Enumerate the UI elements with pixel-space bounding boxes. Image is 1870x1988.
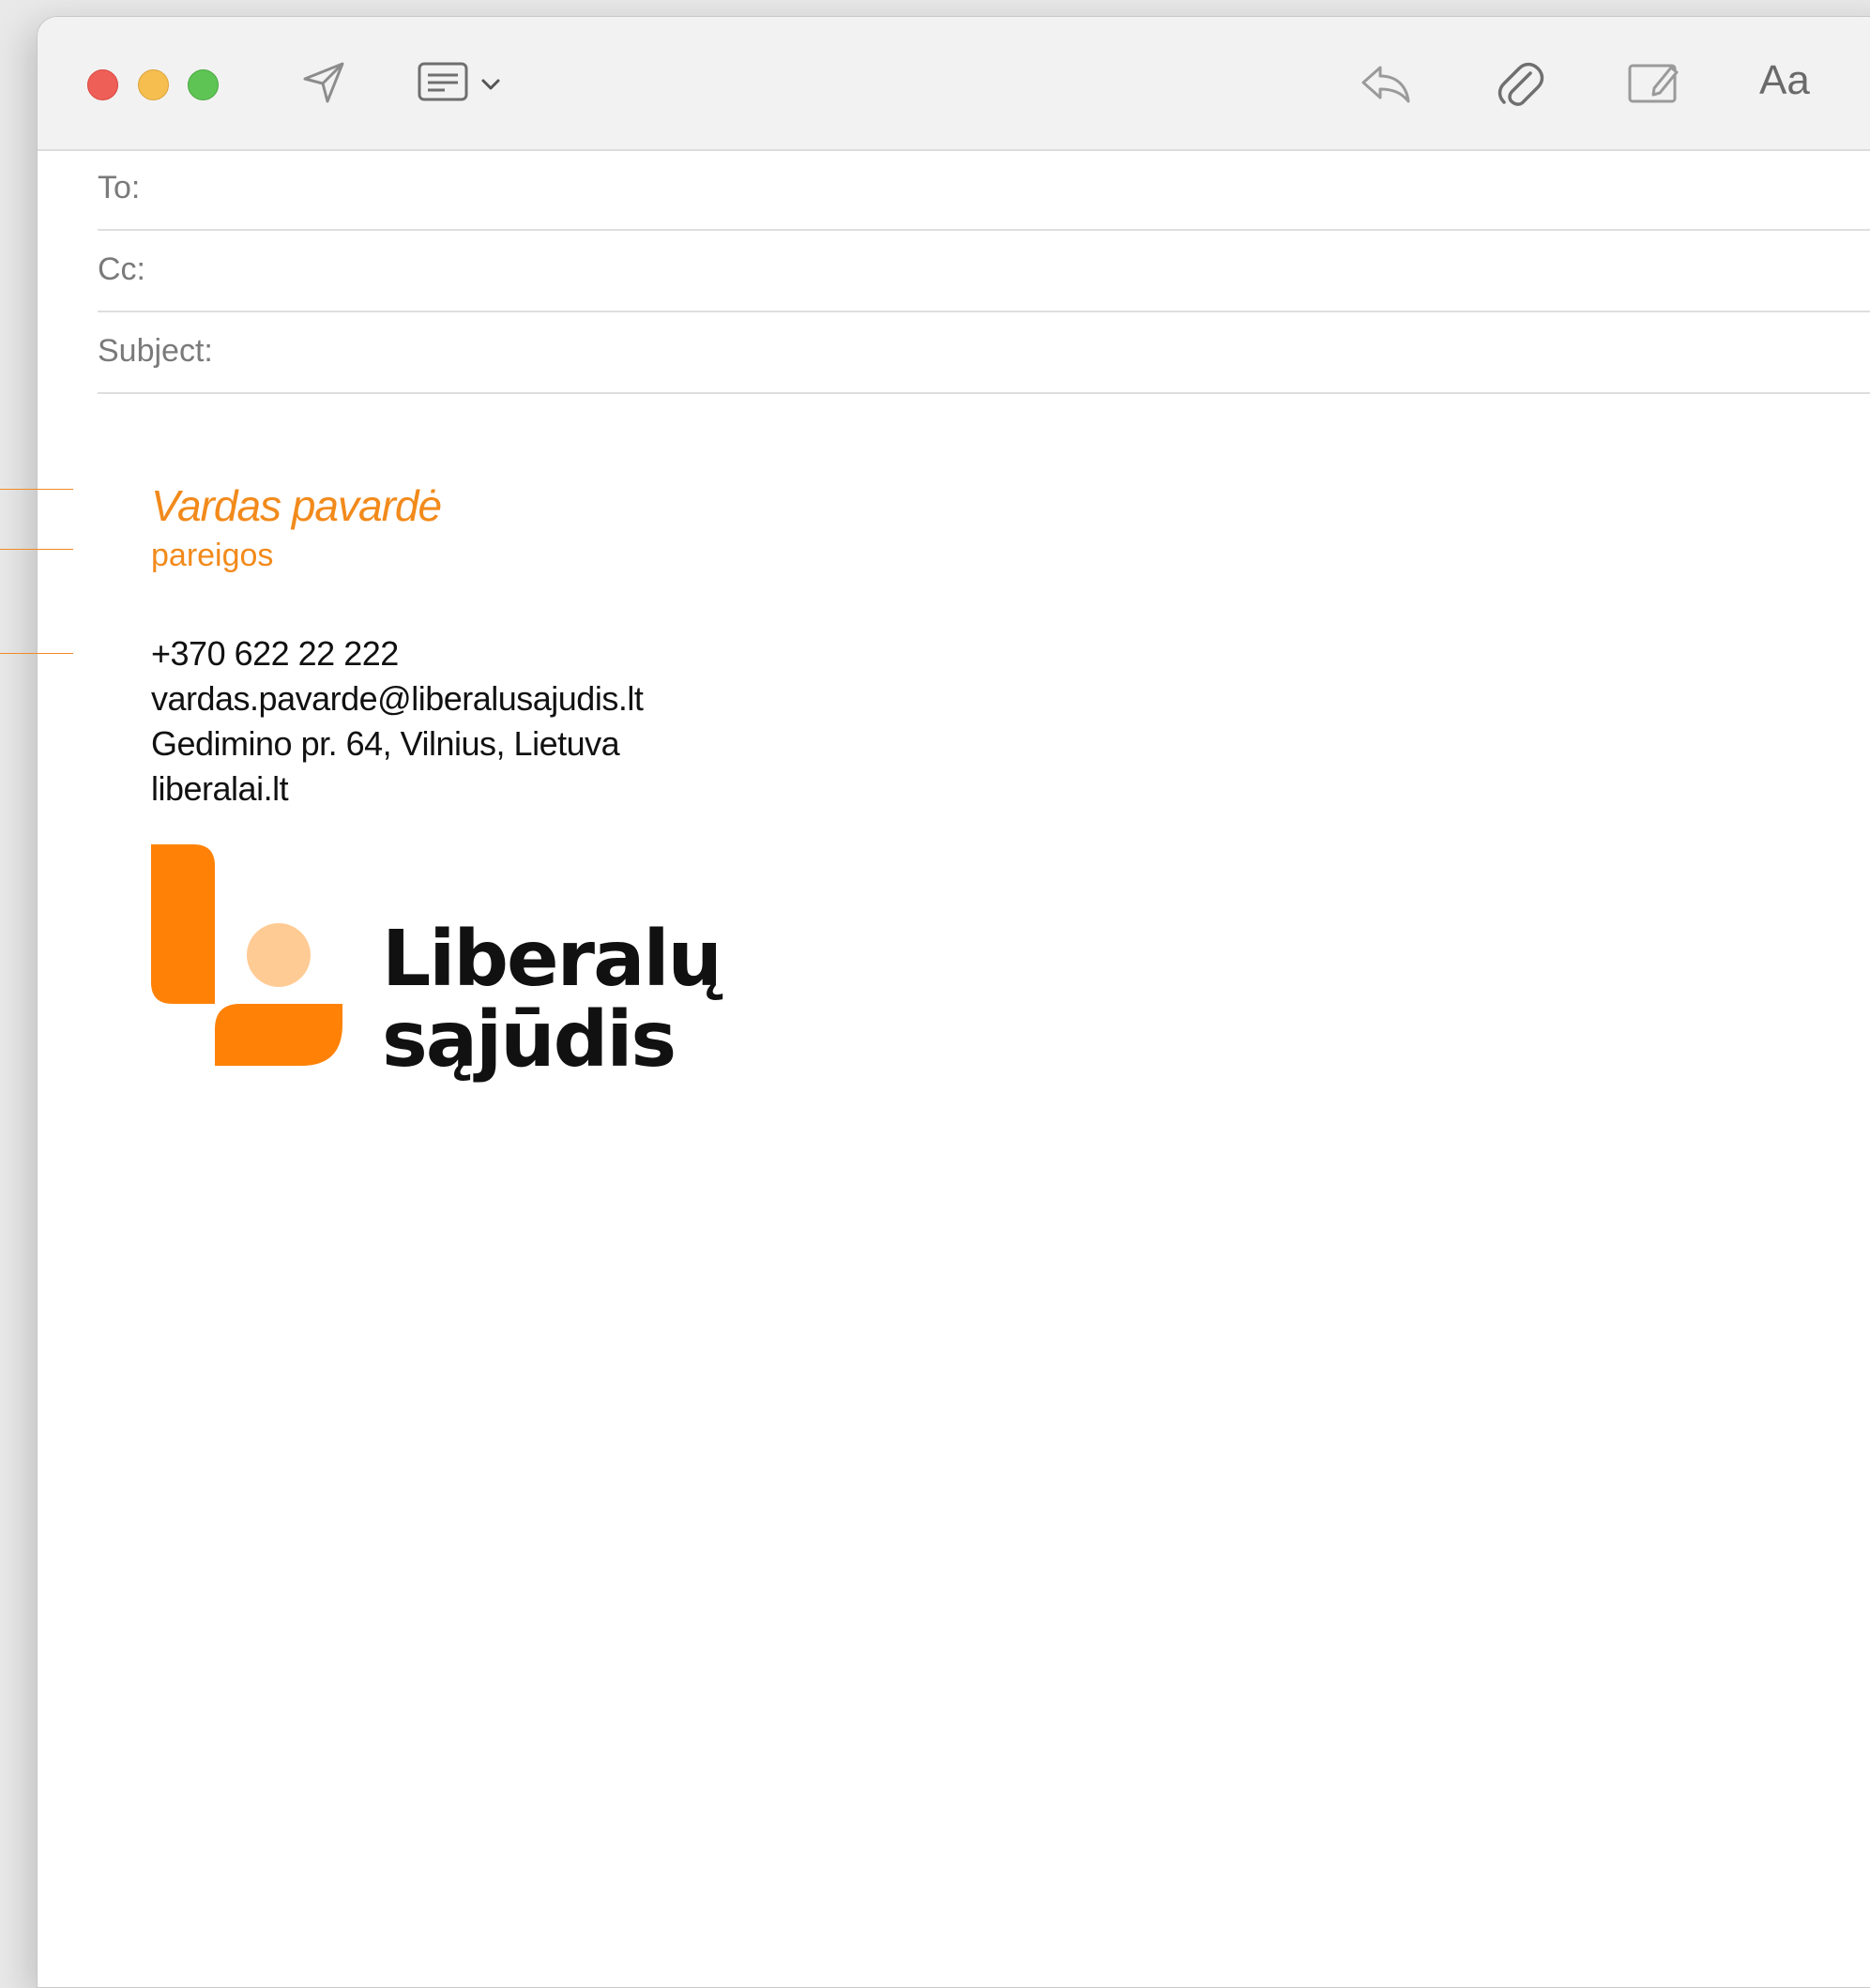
reply-button[interactable] bbox=[1358, 60, 1414, 107]
paper-plane-icon bbox=[297, 56, 350, 109]
liberalu-sajudis-logo: Liberalų sąjūdis bbox=[151, 844, 722, 1079]
logo-word-line2: sąjūdis bbox=[382, 995, 677, 1085]
to-label: To: bbox=[98, 170, 141, 205]
logo-mark bbox=[151, 844, 342, 1066]
reply-arrow-icon bbox=[1358, 60, 1414, 107]
header-fields-button[interactable] bbox=[417, 60, 473, 105]
logo-word-line1: Liberalų bbox=[382, 915, 722, 1004]
toolbar: Aa bbox=[38, 17, 1870, 151]
font-button[interactable]: Aa bbox=[1759, 60, 1810, 101]
subject-input[interactable] bbox=[313, 326, 1870, 380]
cc-input[interactable] bbox=[248, 244, 1870, 298]
signature-address: Gedimino pr. 64, Vilnius, Lietuva bbox=[151, 724, 620, 763]
to-input[interactable] bbox=[248, 162, 1870, 217]
signature-name: Vardas pavardė bbox=[151, 481, 442, 530]
guide-line-contacts bbox=[0, 653, 73, 654]
signature-email: vardas.pavarde@liberalusajudis.lt bbox=[151, 679, 644, 718]
markup-pencil-icon bbox=[1626, 58, 1682, 107]
markup-button[interactable] bbox=[1626, 58, 1682, 107]
zoom-button[interactable] bbox=[188, 69, 219, 100]
cc-label: Cc: bbox=[98, 251, 145, 287]
attach-button[interactable] bbox=[1495, 56, 1545, 109]
paperclip-icon bbox=[1495, 56, 1545, 109]
subject-label: Subject: bbox=[98, 333, 213, 369]
cc-field-row: Cc: bbox=[98, 231, 1870, 312]
list-window-icon bbox=[417, 60, 473, 105]
subject-field-row: Subject: bbox=[98, 312, 1870, 394]
signature-role: pareigos bbox=[151, 538, 274, 573]
signature-phone: +370 622 22 222 bbox=[151, 634, 399, 673]
mail-compose-window: Aa To: Cc: Subject: Vardas pavardė parei… bbox=[37, 16, 1870, 1988]
close-button[interactable] bbox=[87, 69, 118, 100]
to-field-row: To: bbox=[98, 149, 1870, 231]
guide-line-name bbox=[0, 489, 73, 490]
chevron-down-icon bbox=[480, 77, 501, 92]
send-button[interactable] bbox=[297, 56, 350, 109]
guide-line-role bbox=[0, 549, 73, 550]
header-fields-menu[interactable] bbox=[480, 77, 501, 92]
signature-website: liberalai.lt bbox=[151, 769, 289, 808]
minimize-button[interactable] bbox=[138, 69, 169, 100]
